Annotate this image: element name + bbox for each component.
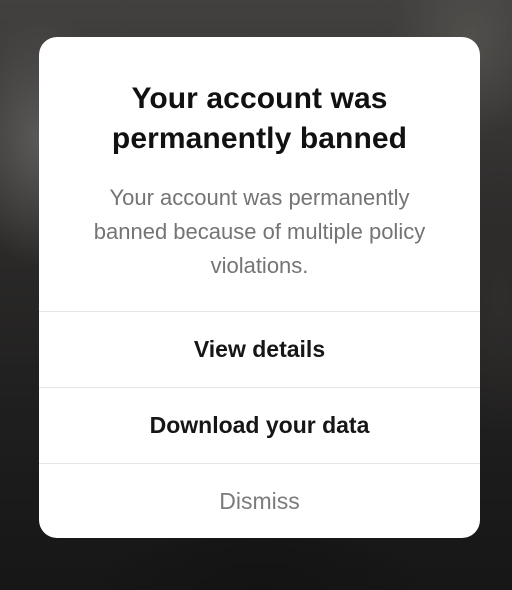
ban-notice-dialog: Your account was permanently banned Your… — [39, 37, 480, 538]
dialog-header: Your account was permanently banned Your… — [39, 37, 480, 283]
dismiss-button[interactable]: Dismiss — [39, 463, 480, 538]
dialog-title: Your account was permanently banned — [111, 82, 408, 155]
dialog-actions: View details Download your data Dismiss — [39, 311, 480, 538]
view-details-button[interactable]: View details — [39, 311, 480, 387]
download-data-button[interactable]: Download your data — [39, 387, 480, 463]
dialog-message: Your account was permanently banned beca… — [93, 185, 426, 278]
